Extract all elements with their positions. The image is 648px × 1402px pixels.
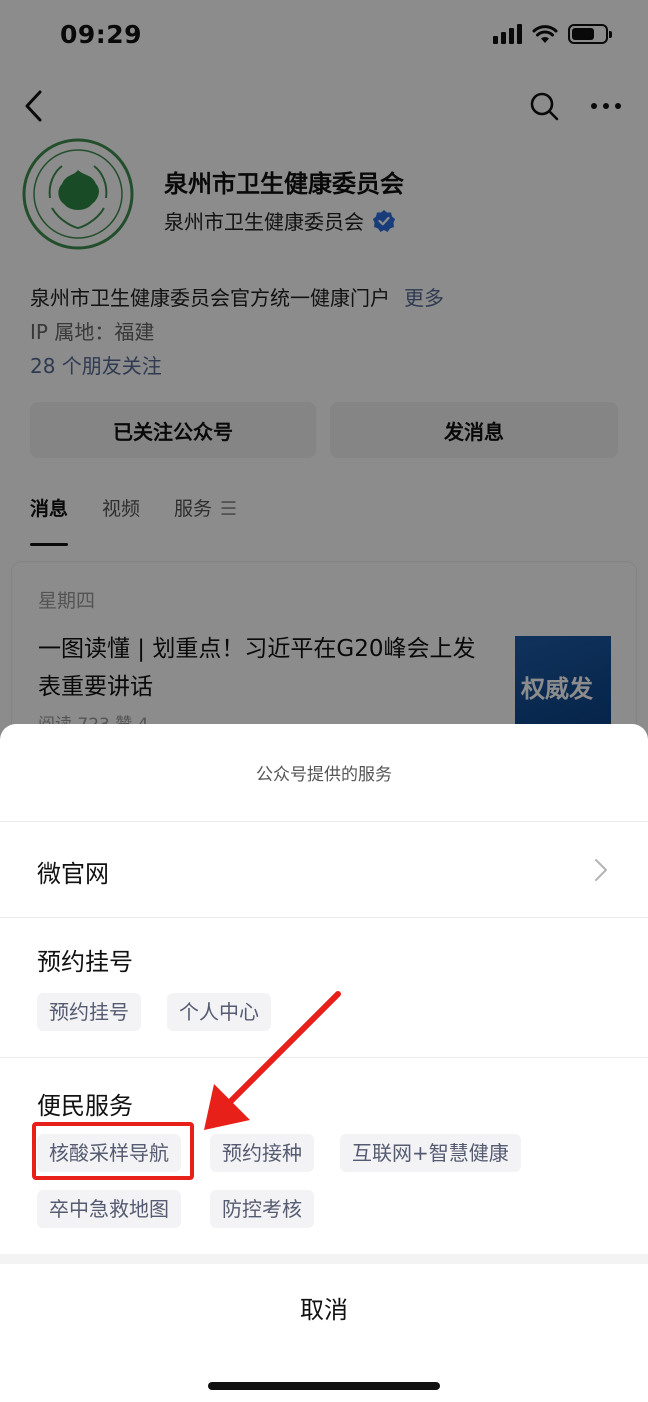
cancel-button[interactable]: 取消 — [0, 1264, 648, 1350]
service-chip[interactable]: 防控考核 — [210, 1190, 314, 1228]
highlight-annotation-box — [32, 1122, 194, 1180]
annotation-arrow-icon — [204, 991, 341, 1130]
sheet-title: 公众号提供的服务 — [0, 724, 648, 822]
micro-website-row[interactable]: 微官网 — [0, 822, 648, 918]
sheet-divider — [0, 1254, 648, 1264]
home-indicator[interactable] — [208, 1382, 440, 1390]
micro-website-label: 微官网 — [37, 860, 109, 888]
service-chip[interactable]: 互联网+智慧健康 — [340, 1134, 521, 1172]
services-sheet: 公众号提供的服务 微官网 预约挂号 预约挂号 个人中心 便民服务 核酸采样导航 … — [0, 724, 648, 1402]
service-chip[interactable]: 卒中急救地图 — [37, 1190, 181, 1228]
group-title: 便民服务 — [37, 1092, 133, 1120]
chevron-right-icon — [595, 859, 607, 881]
service-chip[interactable]: 预约挂号 — [37, 993, 141, 1031]
group-title: 预约挂号 — [37, 948, 133, 976]
